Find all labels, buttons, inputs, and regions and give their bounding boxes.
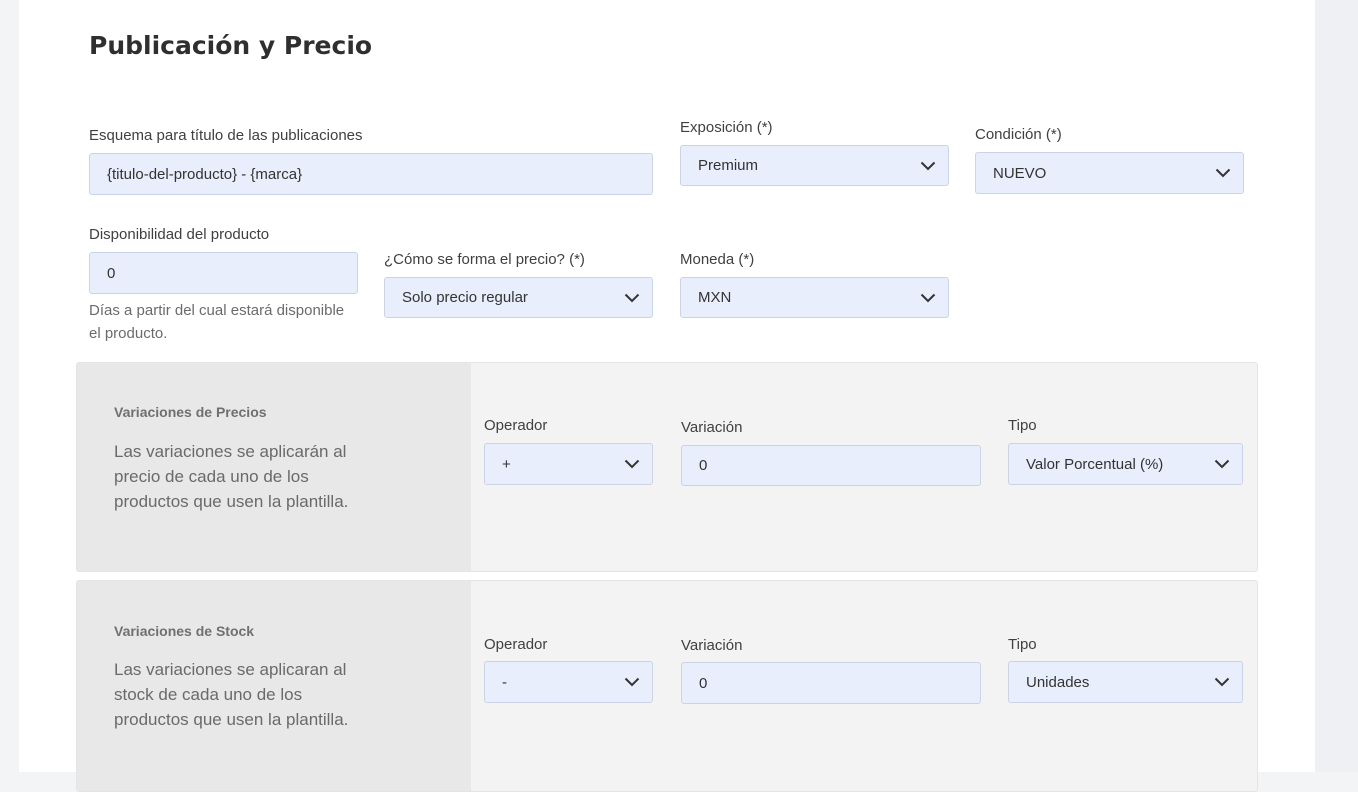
- price-formation-label: ¿Cómo se forma el precio? (*): [384, 251, 585, 268]
- price-operator-value: +: [502, 455, 511, 473]
- price-variations-title: Variaciones de Precios: [114, 404, 267, 420]
- chevron-down-icon: [624, 677, 640, 687]
- chevron-down-icon: [624, 459, 640, 469]
- currency-label: Moneda (*): [680, 251, 755, 268]
- title-scheme-label: Esquema para título de las publicaciones: [89, 127, 363, 144]
- chevron-down-icon: [1215, 168, 1231, 178]
- price-formation-select[interactable]: Solo precio regular: [384, 277, 653, 318]
- price-variations-description: Las variaciones se aplicarán al precio d…: [114, 439, 374, 514]
- stock-variations-description: Las variaciones se aplicaran al stock de…: [114, 657, 374, 732]
- exposure-select[interactable]: Premium: [680, 145, 949, 186]
- price-operator-select[interactable]: +: [484, 443, 653, 485]
- availability-input[interactable]: 0: [89, 252, 358, 294]
- stock-variations-title: Variaciones de Stock: [114, 623, 255, 639]
- price-variation-input[interactable]: 0: [681, 445, 981, 486]
- condition-value: NUEVO: [993, 164, 1047, 182]
- description-line: Las variaciones se aplicarán al: [114, 442, 347, 461]
- stock-type-value: Unidades: [1026, 673, 1090, 691]
- page-background-right: [1315, 0, 1358, 772]
- section-title: Publicación y Precio: [89, 31, 373, 60]
- stock-variation-label: Variación: [681, 637, 743, 654]
- availability-help: Días a partir del cual estará disponible…: [89, 299, 344, 345]
- description-line: precio de cada uno de los: [114, 467, 309, 486]
- price-variations-panel: Variaciones de Precios Las variaciones s…: [76, 362, 1258, 572]
- stock-variations-sidebar: Variaciones de Stock Las variaciones se …: [77, 581, 471, 791]
- stock-operator-select[interactable]: -: [484, 661, 653, 703]
- stock-type-label: Tipo: [1008, 636, 1037, 653]
- description-line: productos que usen la plantilla.: [114, 710, 349, 729]
- chevron-down-icon: [920, 293, 936, 303]
- stock-operator-value: -: [502, 673, 507, 691]
- stock-type-select[interactable]: Unidades: [1008, 661, 1243, 703]
- stock-variations-panel: Variaciones de Stock Las variaciones se …: [76, 580, 1258, 792]
- availability-help-line: el producto.: [89, 325, 168, 342]
- condition-label: Condición (*): [975, 126, 1062, 143]
- stock-variation-value: 0: [699, 674, 708, 692]
- chevron-down-icon: [624, 293, 640, 303]
- price-variation-value: 0: [699, 457, 708, 474]
- chevron-down-icon: [1214, 459, 1230, 469]
- description-line: productos que usen la plantilla.: [114, 492, 349, 511]
- price-variation-label: Variación: [681, 419, 743, 436]
- price-type-label: Tipo: [1008, 417, 1037, 434]
- form-card: Publicación y Precio Esquema para título…: [19, 0, 1315, 792]
- chevron-down-icon: [920, 161, 936, 171]
- price-operator-label: Operador: [484, 417, 548, 434]
- price-variations-sidebar: Variaciones de Precios Las variaciones s…: [77, 363, 471, 571]
- chevron-down-icon: [1214, 677, 1230, 687]
- exposure-label: Exposición (*): [680, 119, 773, 136]
- description-line: Las variaciones se aplicaran al: [114, 660, 347, 679]
- exposure-value: Premium: [698, 157, 759, 174]
- price-formation-value: Solo precio regular: [402, 289, 528, 306]
- description-line: stock de cada uno de los: [114, 685, 303, 704]
- price-type-value: Valor Porcentual (%): [1026, 455, 1164, 473]
- condition-select[interactable]: NUEVO: [975, 152, 1244, 194]
- availability-help-line: Días a partir del cual estará disponible: [89, 302, 345, 319]
- currency-select[interactable]: MXN: [680, 277, 949, 318]
- availability-label: Disponibilidad del producto: [89, 226, 270, 243]
- title-scheme-input[interactable]: {titulo-del-producto} - {marca}: [89, 153, 653, 195]
- currency-value: MXN: [698, 289, 732, 306]
- price-type-select[interactable]: Valor Porcentual (%): [1008, 443, 1243, 485]
- availability-value: 0: [107, 264, 116, 282]
- title-scheme-value: {titulo-del-producto} - {marca}: [107, 165, 303, 183]
- stock-variation-input[interactable]: 0: [681, 662, 981, 704]
- stock-operator-label: Operador: [484, 636, 548, 653]
